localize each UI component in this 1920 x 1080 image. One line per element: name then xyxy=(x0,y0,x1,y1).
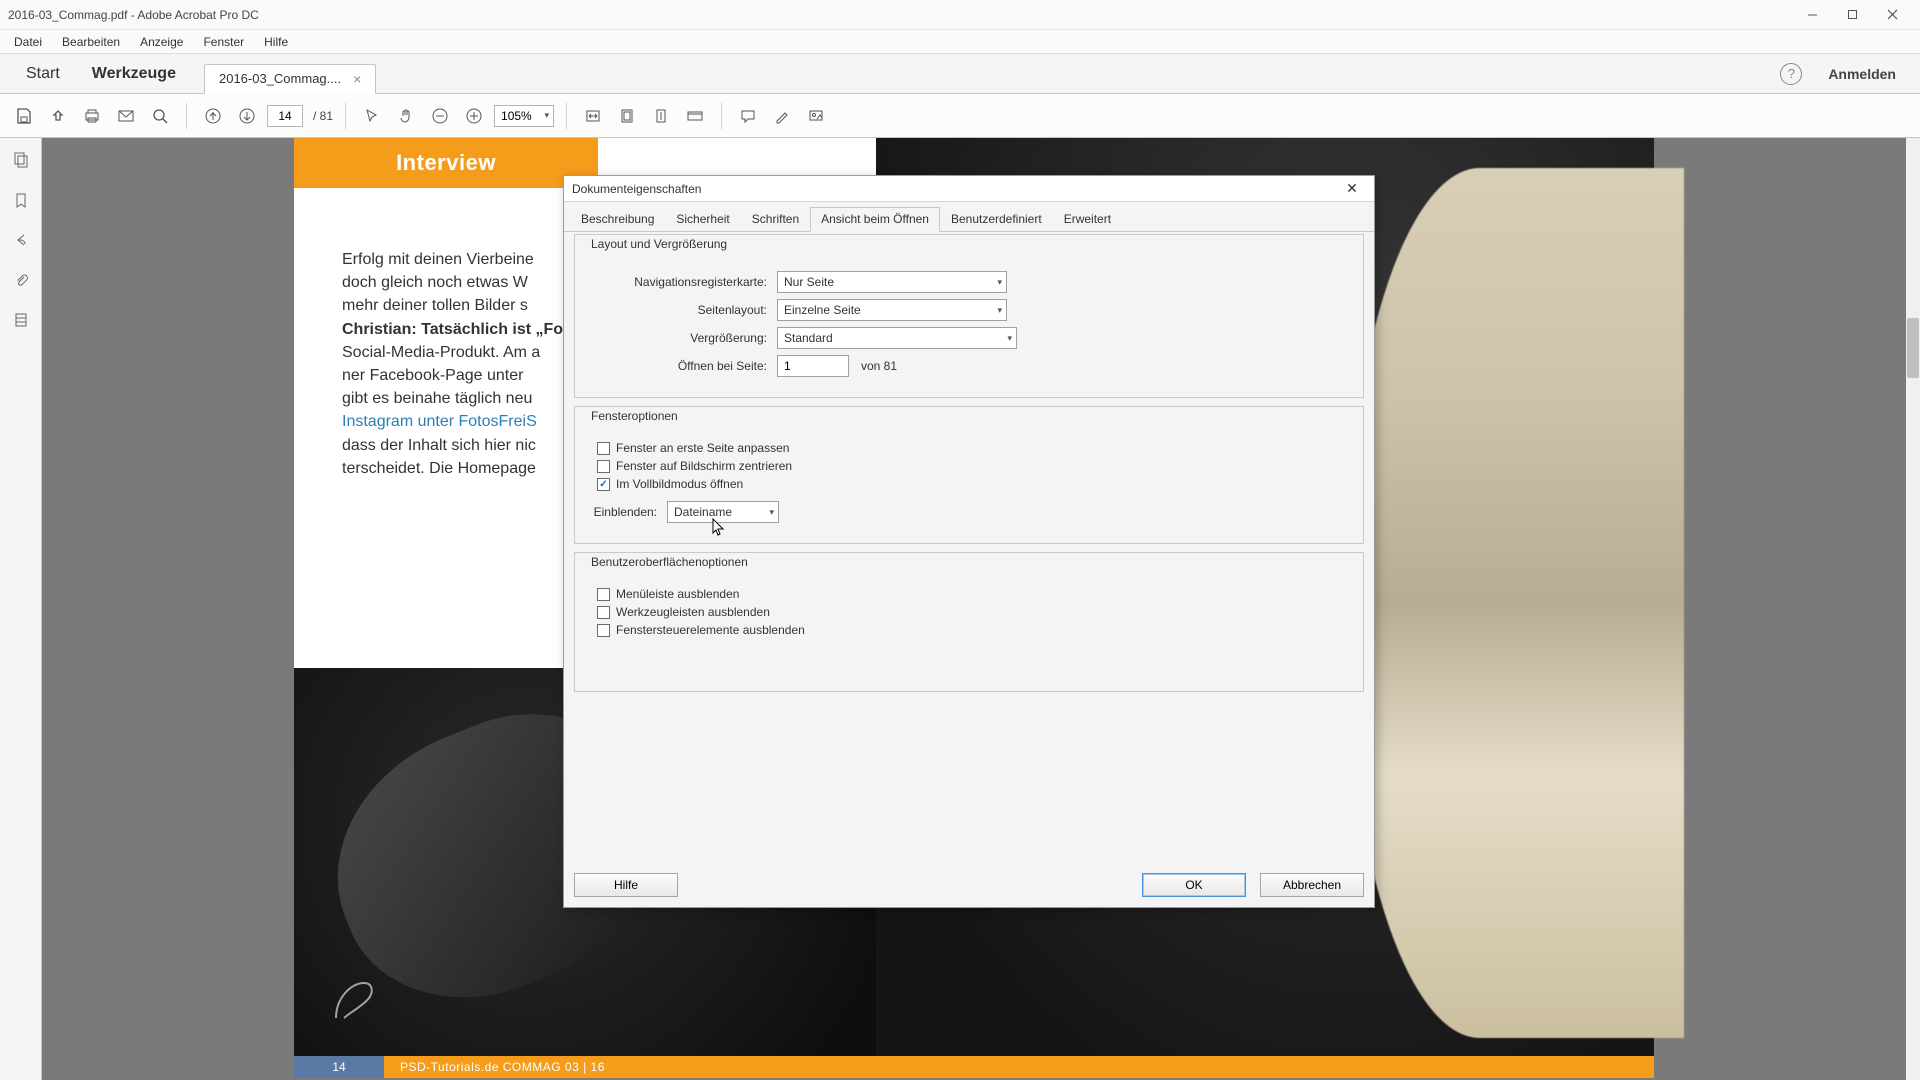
page-number-badge: 14 xyxy=(294,1056,384,1078)
cancel-button[interactable]: Abbrechen xyxy=(1260,873,1364,897)
nav-dropdown[interactable]: Nur Seite▾ xyxy=(777,271,1007,293)
zoom-select[interactable]: 105%▾ xyxy=(494,105,554,127)
zoom-in-icon[interactable] xyxy=(460,102,488,130)
ok-button[interactable]: OK xyxy=(1142,873,1246,897)
tab-security[interactable]: Sicherheit xyxy=(665,207,740,232)
document-properties-dialog: Dokumenteigenschaften ✕ Beschreibung Sic… xyxy=(563,175,1375,908)
menu-help[interactable]: Hilfe xyxy=(254,30,298,53)
chk-center-label: Fenster auf Bildschirm zentrieren xyxy=(616,459,792,473)
attachments-icon[interactable] xyxy=(9,268,33,292)
chk-hide-toolbars[interactable] xyxy=(597,606,610,619)
chk-center-window[interactable] xyxy=(597,460,610,473)
window-titlebar: 2016-03_Commag.pdf - Adobe Acrobat Pro D… xyxy=(0,0,1920,30)
search-icon[interactable] xyxy=(146,102,174,130)
save-icon[interactable] xyxy=(10,102,38,130)
group-layout: Layout und Vergrößerung Navigationsregis… xyxy=(574,234,1364,398)
tab-tools[interactable]: Werkzeuge xyxy=(76,65,192,83)
dialog-titlebar[interactable]: Dokumenteigenschaften ✕ xyxy=(564,176,1374,202)
mail-icon[interactable] xyxy=(112,102,140,130)
chk-fit-label: Fenster an erste Seite anpassen xyxy=(616,441,789,455)
tab-description[interactable]: Beschreibung xyxy=(570,207,665,232)
next-page-icon[interactable] xyxy=(233,102,261,130)
menu-edit[interactable]: Bearbeiten xyxy=(52,30,130,53)
cloud-icon[interactable] xyxy=(44,102,72,130)
close-button[interactable] xyxy=(1872,3,1912,27)
toolbar: / 81 105%▾ xyxy=(0,94,1920,138)
dialog-title: Dokumenteigenschaften xyxy=(572,182,701,196)
fit-height-icon[interactable] xyxy=(647,102,675,130)
menu-window[interactable]: Fenster xyxy=(193,30,254,53)
layers-icon[interactable] xyxy=(9,308,33,332)
show-label: Einblenden: xyxy=(587,505,667,519)
tab-custom[interactable]: Benutzerdefiniert xyxy=(940,207,1053,232)
chk-hide-toolbars-label: Werkzeugleisten ausblenden xyxy=(616,605,770,619)
document-tab[interactable]: 2016-03_Commag.... × xyxy=(204,64,376,94)
chk-fit-window[interactable] xyxy=(597,442,610,455)
read-mode-icon[interactable] xyxy=(681,102,709,130)
tabstrip: Start Werkzeuge 2016-03_Commag.... × ? A… xyxy=(0,54,1920,94)
chk-fullscreen[interactable] xyxy=(597,478,610,491)
vertical-scrollbar[interactable] xyxy=(1906,138,1920,1080)
group-ui-options: Benutzeroberflächenoptionen Menüleiste a… xyxy=(574,552,1364,692)
stamp-icon[interactable] xyxy=(802,102,830,130)
menu-view[interactable]: Anzeige xyxy=(130,30,193,53)
nav-label: Navigationsregisterkarte: xyxy=(587,275,777,289)
page-footer-bar: 14 PSD-Tutorials.de COMMAG 03 | 16 xyxy=(294,1056,1654,1078)
thumbnails-icon[interactable] xyxy=(9,148,33,172)
minimize-button[interactable] xyxy=(1792,3,1832,27)
chk-hide-controls-label: Fenstersteuerelemente ausblenden xyxy=(616,623,805,637)
page-number-input[interactable] xyxy=(267,105,303,127)
scrollbar-thumb[interactable] xyxy=(1907,318,1919,378)
maximize-button[interactable] xyxy=(1832,3,1872,27)
hand-tool-icon[interactable] xyxy=(392,102,420,130)
dialog-tabs: Beschreibung Sicherheit Schriften Ansich… xyxy=(564,202,1374,232)
layout-dropdown[interactable]: Einzelne Seite▾ xyxy=(777,299,1007,321)
page-total-label: / 81 xyxy=(313,109,333,123)
open-page-of: von 81 xyxy=(861,359,897,373)
selection-tool-icon[interactable] xyxy=(358,102,386,130)
show-dropdown[interactable]: Dateiname▾ xyxy=(667,501,779,523)
watermark-icon xyxy=(326,973,396,1028)
dialog-footer: Hilfe OK Abbrechen xyxy=(574,873,1364,897)
dialog-body: Layout und Vergrößerung Navigationsregis… xyxy=(564,232,1374,710)
group-window-title: Fensteroptionen xyxy=(587,409,682,423)
chk-fullscreen-label: Im Vollbildmodus öffnen xyxy=(616,477,743,491)
layout-label: Seitenlayout: xyxy=(587,303,777,317)
page-info-label: PSD-Tutorials.de COMMAG 03 | 16 xyxy=(384,1056,1654,1078)
fit-page-icon[interactable] xyxy=(613,102,641,130)
menu-file[interactable]: Datei xyxy=(4,30,52,53)
tab-initial-view[interactable]: Ansicht beim Öffnen xyxy=(810,207,940,232)
bookmarks-icon[interactable] xyxy=(9,188,33,212)
highlight-icon[interactable] xyxy=(768,102,796,130)
magnification-dropdown[interactable]: Standard▾ xyxy=(777,327,1017,349)
print-icon[interactable] xyxy=(78,102,106,130)
zoom-out-icon[interactable] xyxy=(426,102,454,130)
comment-icon[interactable] xyxy=(734,102,762,130)
window-title: 2016-03_Commag.pdf - Adobe Acrobat Pro D… xyxy=(8,8,259,22)
help-icon[interactable]: ? xyxy=(1780,63,1802,85)
tab-fonts[interactable]: Schriften xyxy=(741,207,810,232)
chk-hide-controls[interactable] xyxy=(597,624,610,637)
magnification-label: Vergrößerung: xyxy=(587,331,777,345)
group-window-options: Fensteroptionen Fenster an erste Seite a… xyxy=(574,406,1364,544)
open-page-input[interactable] xyxy=(777,355,849,377)
tab-start[interactable]: Start xyxy=(10,65,76,83)
help-button[interactable]: Hilfe xyxy=(574,873,678,897)
fit-width-icon[interactable] xyxy=(579,102,607,130)
prev-page-icon[interactable] xyxy=(199,102,227,130)
document-tab-label: 2016-03_Commag.... xyxy=(219,71,341,86)
dialog-close-button[interactable]: ✕ xyxy=(1338,179,1366,199)
signin-button[interactable]: Anmelden xyxy=(1814,66,1910,82)
chk-hide-menubar-label: Menüleiste ausblenden xyxy=(616,587,739,601)
left-sidebar: ◂ xyxy=(0,138,42,1080)
back-icon[interactable] xyxy=(9,228,33,252)
menubar: Datei Bearbeiten Anzeige Fenster Hilfe xyxy=(0,30,1920,54)
open-page-label: Öffnen bei Seite: xyxy=(587,359,777,373)
interview-heading: Interview xyxy=(294,138,598,188)
chk-hide-menubar[interactable] xyxy=(597,588,610,601)
group-layout-title: Layout und Vergrößerung xyxy=(587,237,731,251)
tab-advanced[interactable]: Erweitert xyxy=(1053,207,1122,232)
group-ui-title: Benutzeroberflächenoptionen xyxy=(587,555,752,569)
close-tab-icon[interactable]: × xyxy=(353,71,361,87)
